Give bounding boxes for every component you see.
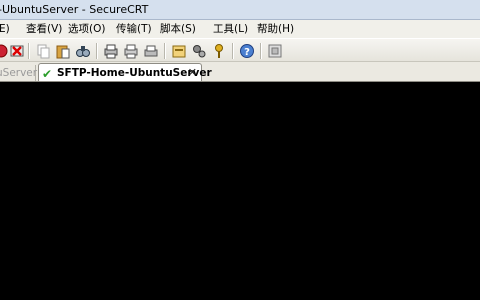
toolbar-separator — [232, 43, 233, 59]
menu-tools[interactable]: 工具(L) — [211, 20, 250, 38]
tab-label: uServer — [0, 67, 38, 79]
close-tab-icon[interactable]: ✕ — [188, 64, 197, 81]
title-bar: -UbuntuServer - SecureCRT — [0, 0, 480, 20]
menu-options[interactable]: 选项(O) — [66, 20, 107, 38]
help-icon[interactable]: ? — [238, 42, 256, 60]
connected-check-icon: ✔ — [42, 67, 53, 81]
global-options-icon[interactable] — [190, 42, 208, 60]
find-icon[interactable] — [74, 42, 92, 60]
toolbar: ? — [0, 38, 480, 62]
toolbar-separator — [260, 43, 261, 59]
terminal-area[interactable] — [0, 83, 480, 300]
menu-view[interactable]: 查看(V) — [24, 20, 64, 38]
window-title: -UbuntuServer - SecureCRT — [0, 3, 149, 16]
extra-icon[interactable] — [266, 42, 284, 60]
toolbar-separator — [164, 43, 165, 59]
svg-text:?: ? — [244, 47, 250, 58]
menu-script[interactable]: 脚本(S) — [158, 20, 198, 38]
tab-ubuntu-server[interactable]: uServer — [0, 65, 38, 81]
menu-edit[interactable]: E) — [0, 20, 12, 38]
disconnect-icon[interactable] — [8, 42, 26, 60]
session-options-icon[interactable] — [170, 42, 188, 60]
tab-sftp-home-ubuntuserver[interactable]: ✔ SFTP-Home-UbuntuServer ✕ — [38, 63, 212, 81]
print-setup-icon[interactable] — [102, 42, 120, 60]
toolbar-separator — [28, 43, 29, 59]
menu-bar: E) 查看(V) 选项(O) 传输(T) 脚本(S) 工具(L) 帮助(H) — [0, 20, 480, 38]
print-icon[interactable] — [122, 42, 140, 60]
menu-help[interactable]: 帮助(H) — [255, 20, 296, 38]
keymap-icon[interactable] — [210, 42, 228, 60]
paste-icon[interactable] — [54, 42, 72, 60]
session-tab-bar: uServer ✔ SFTP-Home-UbuntuServer ✕ — [0, 62, 480, 82]
print-selection-icon[interactable] — [142, 42, 160, 60]
menu-transfer[interactable]: 传输(T) — [114, 20, 154, 38]
toolbar-separator — [96, 43, 97, 59]
copy-icon[interactable] — [34, 42, 52, 60]
